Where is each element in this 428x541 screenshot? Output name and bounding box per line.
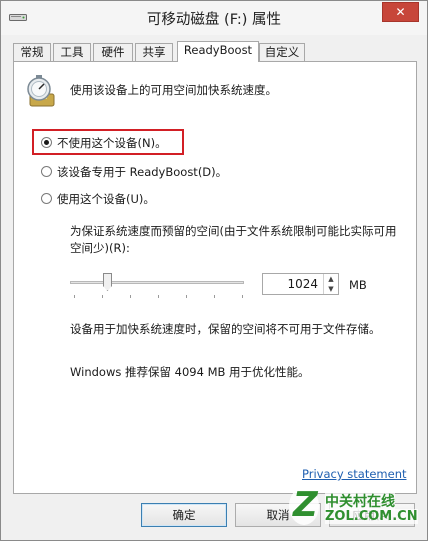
radio-do-not-use[interactable] xyxy=(41,137,52,148)
readyboost-gauge-icon xyxy=(27,75,55,107)
properties-window: 可移动磁盘 (F:) 属性 ✕ 常规 工具 硬件 共享 ReadyBoost 自… xyxy=(0,0,428,541)
stepper-down-icon[interactable]: ▼ xyxy=(323,284,338,294)
close-button[interactable]: ✕ xyxy=(382,2,419,22)
tab-readyboost[interactable]: ReadyBoost xyxy=(177,41,259,62)
readyboost-panel: 使用该设备上的可用空间加快系统速度。 不使用这个设备(N)。 该设备专用于 Re… xyxy=(13,61,417,494)
reserve-slider-track[interactable] xyxy=(70,281,244,284)
slider-tick xyxy=(158,295,159,298)
windows-recommendation: Windows 推荐保留 4094 MB 用于优化性能。 xyxy=(70,365,310,379)
window-title: 可移动磁盘 (F:) 属性 xyxy=(146,12,282,28)
radio-dedicate-readyboost[interactable] xyxy=(41,166,52,177)
tab-hardware[interactable]: 硬件 xyxy=(93,43,133,61)
slider-tick xyxy=(74,295,75,298)
readyboost-description: 使用该设备上的可用空间加快系统速度。 xyxy=(70,83,277,97)
tab-general[interactable]: 常规 xyxy=(13,43,51,61)
reserve-unit: MB xyxy=(349,278,367,292)
zol-watermark: Z 中关村在线 ZOL.COM.CN xyxy=(287,485,421,533)
option-use-device-label[interactable]: 使用这个设备(U)。 xyxy=(57,191,155,207)
reserve-label-line2: 空间少)(R): xyxy=(70,241,130,255)
reserve-size-value[interactable]: 1024 xyxy=(287,277,318,291)
title-bar[interactable]: 可移动磁盘 (F:) 属性 ✕ xyxy=(1,1,427,35)
slider-tick xyxy=(102,295,103,298)
slider-tick xyxy=(242,295,243,298)
slider-tick xyxy=(130,295,131,298)
reserve-label-line1: 为保证系统速度而预留的空间(由于文件系统限制可能比实际可用 xyxy=(70,224,397,238)
tab-customize[interactable]: 自定义 xyxy=(259,43,305,61)
tab-tools[interactable]: 工具 xyxy=(53,43,91,61)
watermark-en: ZOL.COM.CN xyxy=(325,509,418,524)
watermark-letter: Z xyxy=(293,485,318,525)
privacy-statement-link[interactable]: Privacy statement xyxy=(302,467,407,481)
reserve-slider-thumb[interactable] xyxy=(103,273,112,291)
reserve-note: 设备用于加快系统速度时，保留的空间将不可用于文件存储。 xyxy=(70,322,381,336)
stepper-up-icon[interactable]: ▲ xyxy=(323,274,338,284)
option-dedicate-label[interactable]: 该设备专用于 ReadyBoost(D)。 xyxy=(57,164,227,180)
tab-sharing[interactable]: 共享 xyxy=(135,43,173,61)
reserve-size-stepper[interactable]: 1024 ▲ ▼ xyxy=(262,273,339,295)
radio-use-device[interactable] xyxy=(41,193,52,204)
option-do-not-use-label[interactable]: 不使用这个设备(N)。 xyxy=(57,135,167,151)
ok-button[interactable]: 确定 xyxy=(141,503,227,527)
watermark-cn: 中关村在线 xyxy=(325,491,395,511)
slider-tick xyxy=(186,295,187,298)
slider-tick xyxy=(214,295,215,298)
tab-strip: 常规 工具 硬件 共享 ReadyBoost 自定义 xyxy=(13,41,417,62)
